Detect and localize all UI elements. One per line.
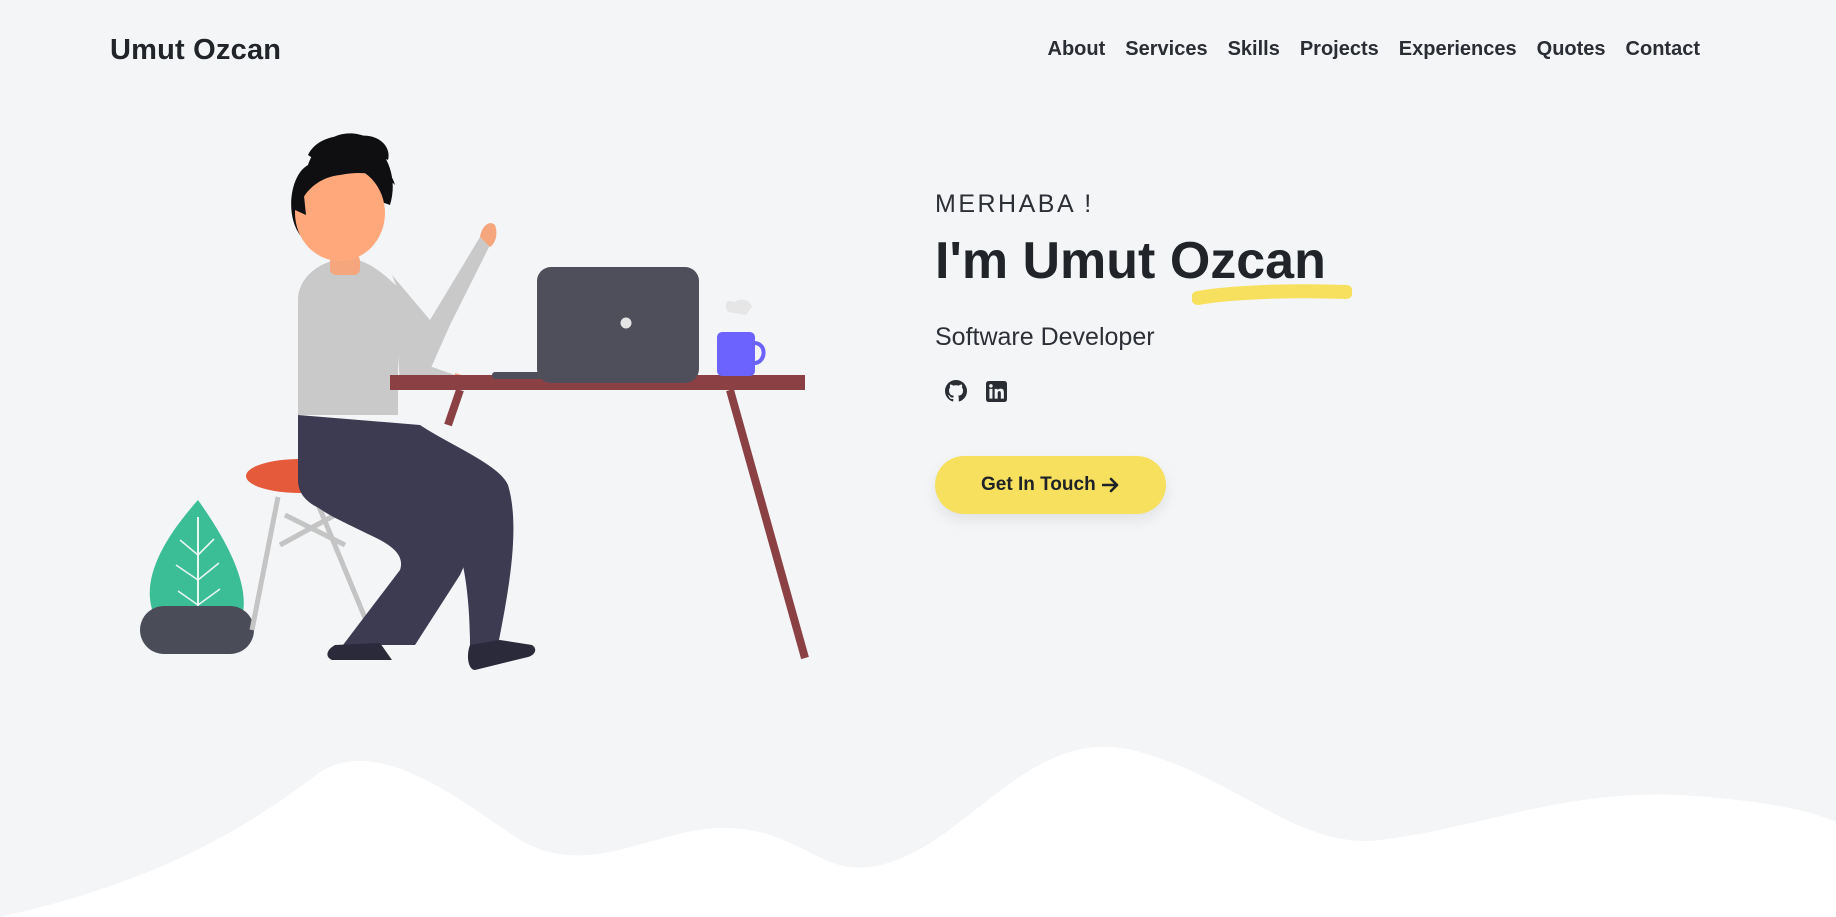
hero-role: Software Developer (935, 323, 1155, 351)
linkedin-link[interactable] (983, 378, 1009, 404)
social-links (935, 378, 1635, 404)
hero-title: I'm Umut Ozcan (935, 232, 1326, 290)
linkedin-icon (985, 380, 1007, 402)
nav-link-projects[interactable]: Projects (1300, 38, 1379, 61)
nav-link-quotes[interactable]: Quotes (1537, 38, 1606, 61)
github-icon (945, 380, 967, 402)
arrow-right-icon (1101, 477, 1119, 493)
brand-logo[interactable]: Umut Ozcan (110, 34, 281, 67)
person-head (291, 133, 395, 261)
hero-title-wrap: I'm Umut Ozcan (935, 231, 1352, 305)
get-in-touch-button[interactable]: Get In Touch (935, 456, 1166, 514)
mug-icon (717, 299, 766, 376)
developer-illustration (140, 133, 809, 670)
plant-icon (140, 500, 254, 654)
github-link[interactable] (943, 378, 969, 404)
nav-link-experiences[interactable]: Experiences (1399, 38, 1517, 61)
site-header: Umut Ozcan About Services Skills Project… (0, 0, 1836, 104)
hero-section: MERHABA ! I'm Umut Ozcan Software Develo… (935, 190, 1635, 514)
laptop-icon (492, 267, 699, 383)
cta-label: Get In Touch (981, 474, 1096, 495)
page: Umut Ozcan About Services Skills Project… (0, 0, 1836, 917)
main-nav: About Services Skills Projects Experienc… (1048, 38, 1700, 61)
nav-link-about[interactable]: About (1048, 38, 1106, 61)
nav-link-services[interactable]: Services (1125, 38, 1207, 61)
hero-greeting: MERHABA ! (935, 190, 1094, 218)
nav-link-contact[interactable]: Contact (1626, 38, 1700, 61)
wave-divider (0, 746, 1836, 917)
nav-link-skills[interactable]: Skills (1228, 38, 1280, 61)
